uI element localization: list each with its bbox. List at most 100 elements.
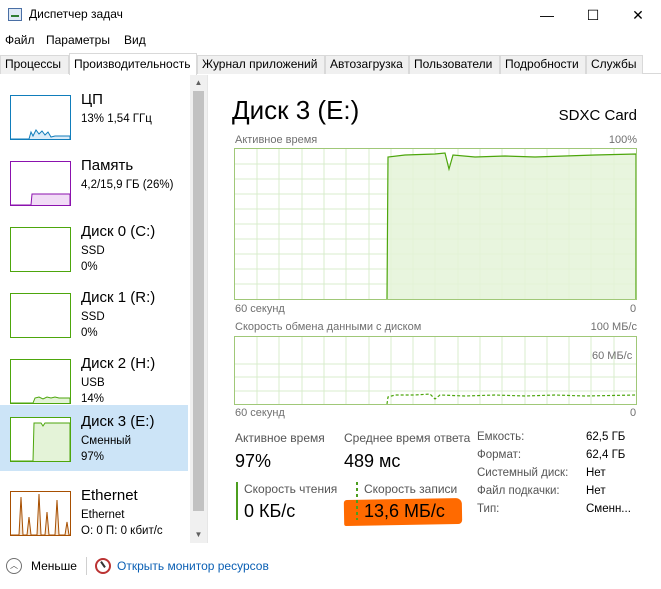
disk1-thumbnail	[10, 293, 71, 338]
transfer-rate-graph-min: 0	[630, 407, 637, 419]
response-time-value: 489 мс	[344, 451, 401, 471]
menu-view[interactable]: Вид	[124, 33, 146, 47]
sidebar-item-title: Память	[81, 157, 134, 174]
sidebar-item-title: Диск 3 (E:)	[81, 413, 155, 430]
active-time-graph-min: 0	[630, 303, 637, 315]
sidebar-item-sub: USB	[81, 377, 105, 389]
scroll-up-icon[interactable]: ▲	[190, 75, 207, 91]
write-speed-label: Скорость записи	[364, 482, 458, 496]
system-disk-value: Нет	[586, 467, 606, 479]
active-time-graph-canvas	[235, 149, 636, 299]
format-value: 62,4 ГБ	[586, 449, 626, 461]
sidebar-item-usage: О: 0 П: 0 кбит/с	[81, 525, 163, 537]
transfer-rate-graph-time: 60 секунд	[235, 407, 285, 419]
tab-users[interactable]: Пользователи	[409, 55, 500, 74]
sidebar-item-disk0[interactable]: Диск 0 (C:) SSD 0%	[0, 215, 188, 281]
active-time-graph-label: Активное время	[235, 134, 318, 146]
read-speed-marker	[236, 482, 238, 520]
sidebar-item-sub: 4,2/15,9 ГБ (26%)	[81, 179, 174, 191]
window-title: Диспетчер задач	[29, 7, 123, 21]
sidebar-item-disk1[interactable]: Диск 1 (R:) SSD 0%	[0, 281, 188, 347]
system-disk-label: Системный диск:	[477, 467, 569, 479]
title-bar: Диспетчер задач — ☐ ✕	[0, 0, 661, 30]
sidebar-item-usage: 0%	[81, 261, 98, 273]
disk2-mini-graph	[11, 396, 70, 403]
disk-title: Диск 3 (E:)	[232, 95, 360, 125]
menu-bar: Файл Параметры Вид	[0, 30, 661, 50]
transfer-rate-graph-canvas	[235, 337, 636, 404]
menu-file[interactable]: Файл	[5, 33, 35, 47]
sidebar-item-title: Диск 1 (R:)	[81, 289, 156, 306]
disk3-thumbnail	[10, 417, 71, 462]
read-speed-label: Скорость чтения	[244, 482, 338, 496]
scroll-down-icon[interactable]: ▼	[190, 527, 207, 543]
footer-divider	[86, 557, 87, 575]
scrollbar-thumb[interactable]	[193, 91, 204, 511]
footer-bar: ︿ Меньше Открыть монитор ресурсов	[0, 550, 661, 589]
close-button[interactable]: ✕	[615, 0, 661, 30]
disk3-mini-graph	[11, 422, 70, 461]
sidebar-scrollbar[interactable]: ▲ ▼	[190, 75, 207, 543]
write-speed-marker	[356, 482, 358, 520]
sidebar-item-title: Ethernet	[81, 487, 138, 504]
disk0-thumbnail	[10, 227, 71, 272]
tab-performance[interactable]: Производительность	[69, 53, 197, 75]
task-manager-icon	[8, 8, 22, 21]
memory-mini-graph	[11, 193, 70, 205]
response-time-label: Среднее время ответа	[344, 431, 471, 445]
active-time-value: 97%	[235, 451, 272, 471]
sidebar-item-cpu[interactable]: ЦП 13% 1,54 ГГц	[0, 83, 188, 149]
active-time-graph	[234, 148, 637, 300]
minimize-button[interactable]: —	[524, 0, 570, 30]
open-resource-monitor-link[interactable]: Открыть монитор ресурсов	[117, 559, 269, 573]
tab-services[interactable]: Службы	[586, 55, 643, 74]
sidebar-item-sub: SSD	[81, 245, 105, 257]
sidebar-item-disk2[interactable]: Диск 2 (H:) USB 14%	[0, 347, 188, 413]
type-value: Сменн...	[586, 503, 631, 515]
sidebar-item-sub: Ethernet	[81, 509, 125, 521]
cpu-thumbnail	[10, 95, 71, 140]
resource-monitor-icon[interactable]	[95, 558, 111, 574]
ethernet-thumbnail	[10, 491, 71, 536]
active-time-graph-time: 60 секунд	[235, 303, 285, 315]
transfer-rate-graph-mid: 60 МБ/с	[592, 350, 633, 362]
memory-thumbnail	[10, 161, 71, 206]
active-time-graph-max: 100%	[608, 134, 637, 146]
cpu-mini-graph	[11, 129, 70, 139]
sidebar-item-ethernet[interactable]: Ethernet Ethernet О: 0 П: 0 кбит/с	[0, 479, 188, 543]
transfer-rate-graph-max: 100 МБ/с	[590, 321, 637, 333]
sidebar-item-sub: 13% 1,54 ГГц	[81, 113, 152, 125]
tab-startup[interactable]: Автозагрузка	[325, 55, 409, 74]
transfer-rate-graph	[234, 336, 637, 405]
resource-sidebar: ЦП 13% 1,54 ГГц Память 4,2/15,9 ГБ (26%)…	[0, 75, 208, 543]
read-speed-value: 0 КБ/с	[244, 501, 296, 521]
chevron-up-icon[interactable]: ︿	[6, 558, 22, 574]
sidebar-item-sub: Сменный	[81, 435, 131, 447]
tab-processes[interactable]: Процессы	[0, 55, 69, 74]
type-label: Тип:	[477, 503, 500, 515]
capacity-value: 62,5 ГБ	[586, 431, 626, 443]
transfer-rate-graph-label: Скорость обмена данными с диском	[235, 321, 422, 333]
sidebar-item-title: Диск 0 (C:)	[81, 223, 156, 240]
tab-app-history[interactable]: Журнал приложений	[197, 55, 325, 74]
sidebar-item-title: ЦП	[81, 91, 103, 108]
fewer-details-button[interactable]: Меньше	[31, 559, 77, 573]
disk2-thumbnail	[10, 359, 71, 404]
sidebar-item-title: Диск 2 (H:)	[81, 355, 156, 372]
sidebar-item-sub: SSD	[81, 311, 105, 323]
sidebar-item-memory[interactable]: Память 4,2/15,9 ГБ (26%)	[0, 149, 188, 215]
format-label: Формат:	[477, 449, 522, 461]
ethernet-mini-graph	[11, 493, 70, 535]
menu-options[interactable]: Параметры	[46, 33, 110, 47]
tab-details[interactable]: Подробности	[500, 55, 586, 74]
disk-model: SDXC Card	[558, 107, 637, 124]
write-speed-value: 13,6 МБ/с	[364, 501, 445, 521]
tab-bar: Процессы Производительность Журнал прило…	[0, 53, 661, 75]
maximize-button[interactable]: ☐	[570, 0, 616, 30]
page-file-label: Файл подкачки:	[477, 485, 560, 497]
sidebar-item-disk3[interactable]: Диск 3 (E:) Сменный 97%	[0, 405, 188, 471]
page-file-value: Нет	[586, 485, 606, 497]
sidebar-item-usage: 97%	[81, 451, 105, 463]
sidebar-item-usage: 14%	[81, 393, 105, 405]
sidebar-item-usage: 0%	[81, 327, 98, 339]
